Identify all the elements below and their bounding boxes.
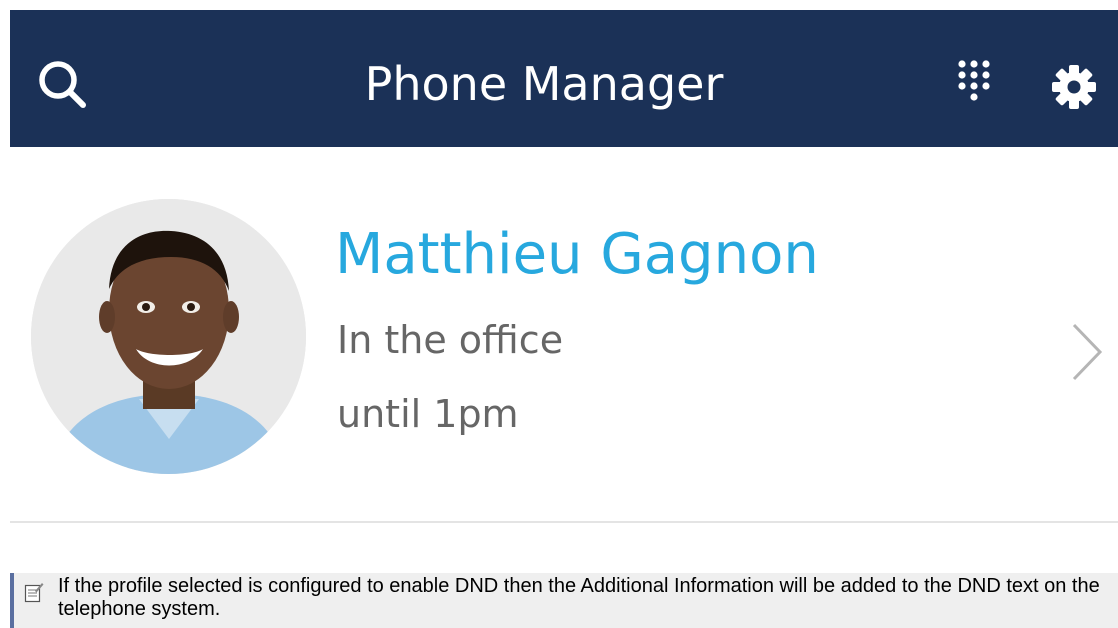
avatar (31, 199, 306, 474)
dialpad-icon (958, 60, 990, 101)
status-text: In the office (337, 318, 564, 362)
note-text: If the profile selected is configured to… (58, 575, 1100, 620)
divider (10, 521, 1118, 523)
gear-icon (1052, 65, 1096, 109)
chevron-right-icon (1072, 323, 1103, 381)
dialpad-button[interactable] (946, 54, 1004, 118)
info-note: If the profile selected is configured to… (10, 573, 1118, 628)
note-icon (24, 583, 44, 603)
settings-button[interactable] (1040, 52, 1108, 122)
profile-row[interactable]: Matthieu Gagnon In the office until 1pm (10, 147, 1118, 522)
avatar-photo (31, 199, 306, 474)
status-until-text: until 1pm (337, 392, 519, 436)
contact-name: Matthieu Gagnon (335, 222, 819, 287)
app-header: Phone Manager (10, 10, 1118, 147)
